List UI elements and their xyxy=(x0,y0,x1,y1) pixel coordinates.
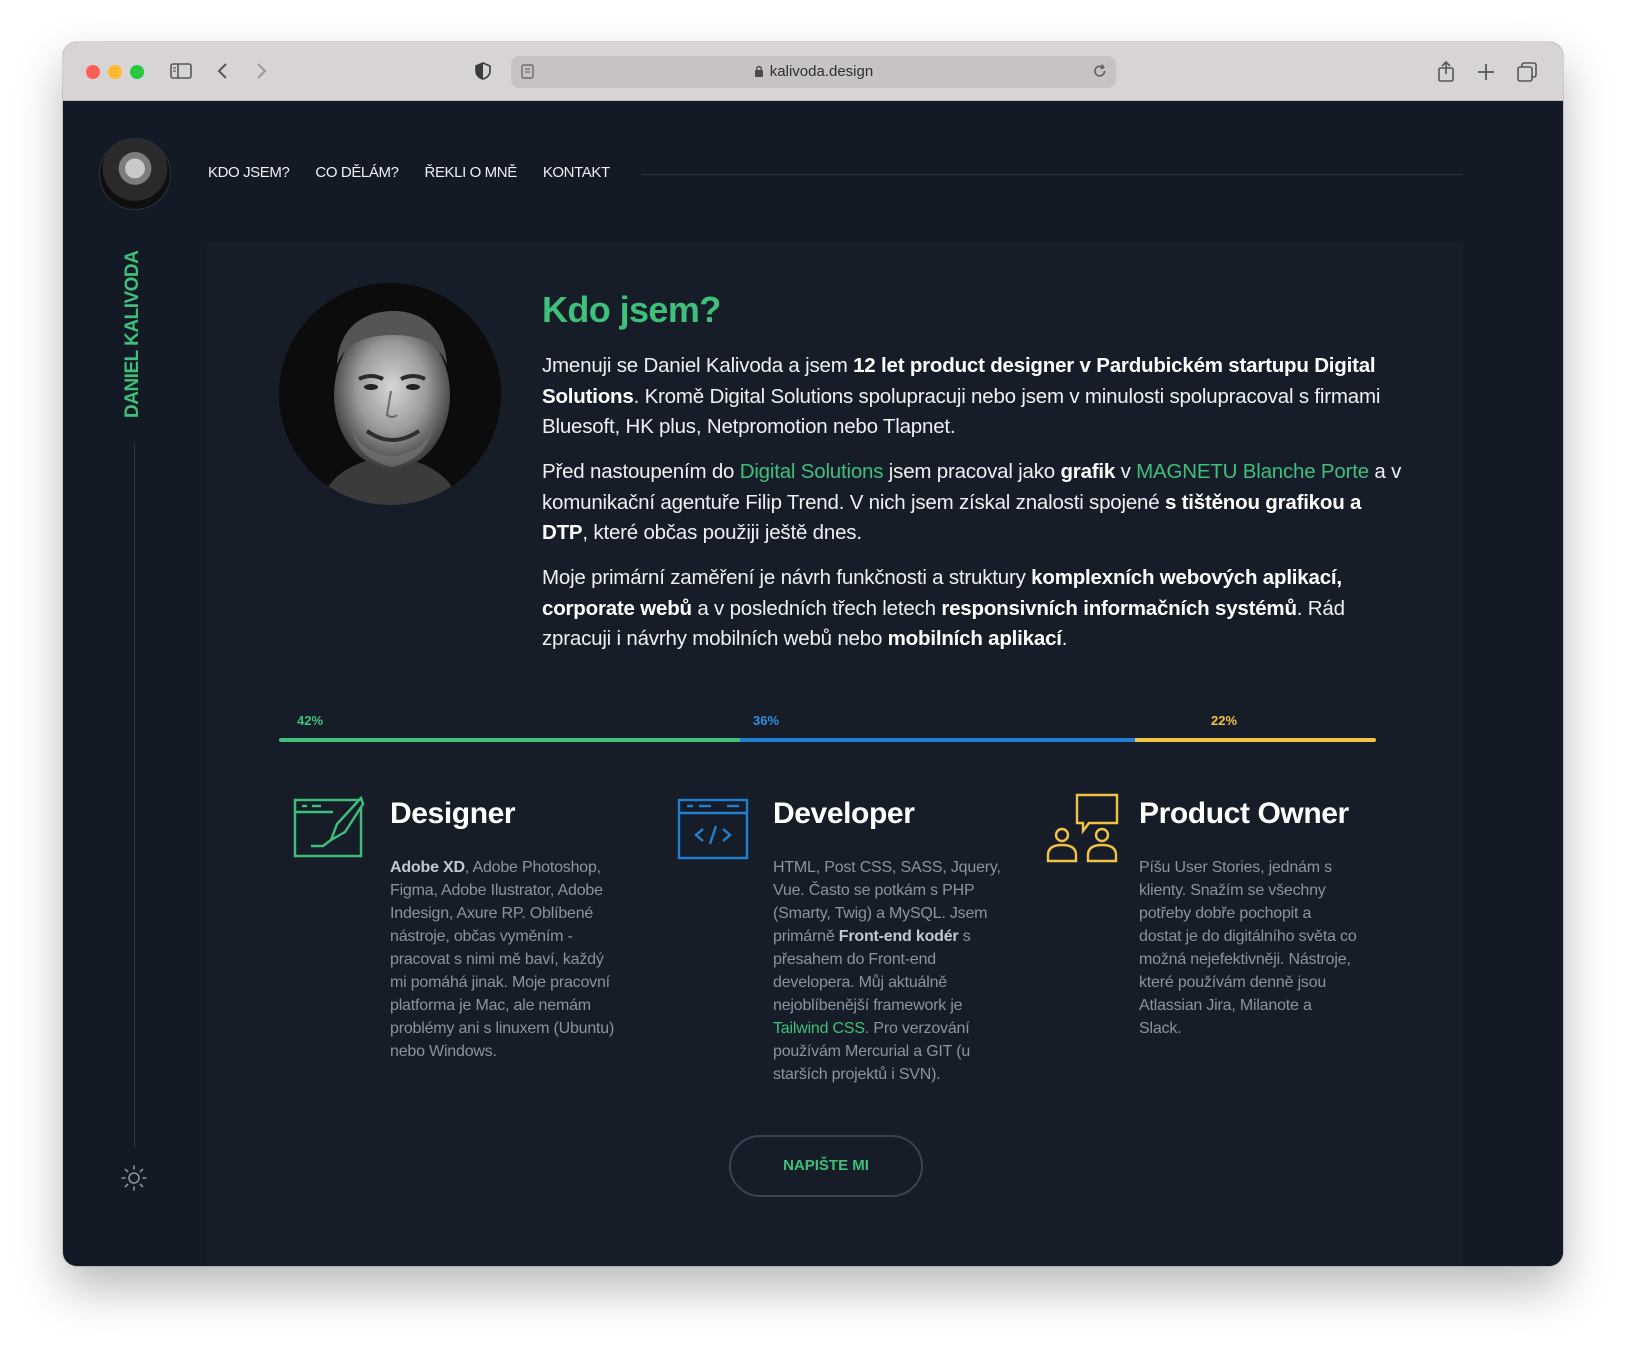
sidebar-name-text: DANIEL KALIVODA xyxy=(122,250,143,418)
p1-text-1: Jmenuji se Daniel Kalivoda a jsem xyxy=(542,354,854,377)
designer-title: Designer xyxy=(390,797,516,830)
p3-text-1: Moje primární zaměření je návrh funkčnos… xyxy=(542,566,1032,589)
tab-overview-icon[interactable] xyxy=(1515,60,1539,84)
contact-button[interactable]: NAPIŠTE MI xyxy=(729,1135,923,1197)
people-chat-icon xyxy=(1046,793,1119,863)
p3-bold-2: responsivních informačních systémů xyxy=(941,596,1297,620)
forward-icon[interactable] xyxy=(251,60,271,82)
developer-title: Developer xyxy=(773,797,915,830)
p2-text-2: jsem pracoval jako xyxy=(883,460,1061,483)
digital-solutions-link[interactable]: Digital Solutions xyxy=(740,460,884,483)
product-owner-description: Píšu User Stories, jednám s klienty. Sna… xyxy=(1139,859,1357,1037)
theme-toggle-sun-icon[interactable] xyxy=(120,1164,148,1192)
nav-item-rekli-o-mne[interactable]: ŘEKLI O MNĚ xyxy=(425,164,518,181)
developer-percent-label: 36% xyxy=(753,713,780,728)
browser-toolbar: kalivoda.design xyxy=(63,42,1563,101)
magnet-link[interactable]: MAGNETU Blanche Porte xyxy=(1136,460,1369,483)
p2-text-5: , které občas použiji ještě dnes. xyxy=(582,521,862,544)
p3-text-2: a v posledních třech letech xyxy=(691,596,942,620)
developer-share-bar xyxy=(740,738,1135,742)
p2-text-3: v xyxy=(1115,460,1137,483)
about-section: Kdo jsem? Jmenuji se Daniel Kalivoda a j… xyxy=(207,241,1463,1266)
sidebar-toggle-icon[interactable] xyxy=(169,60,193,82)
privacy-shield-icon[interactable] xyxy=(473,60,493,82)
developer-bold: Front-end kodér xyxy=(838,928,959,945)
designer-text: , Adobe Photoshop, Figma, Adobe Ilustrat… xyxy=(390,859,615,1060)
sidebar-name: DANIEL KALIVODA xyxy=(122,248,146,418)
p1-text-2: . Kromě Digital Solutions spolupracuji n… xyxy=(542,384,1381,439)
reload-icon[interactable] xyxy=(1091,61,1109,81)
portrait-photo xyxy=(279,283,501,505)
nav-avatar[interactable] xyxy=(99,138,171,210)
design-pen-icon xyxy=(293,796,365,858)
designer-percent-label: 42% xyxy=(297,713,324,728)
new-tab-icon[interactable] xyxy=(1475,60,1497,84)
address-bar[interactable]: kalivoda.design xyxy=(511,56,1116,88)
page-title: Kdo jsem? xyxy=(542,289,721,330)
product-owner-title: Product Owner xyxy=(1139,797,1349,830)
intro-paragraph-3: Moje primární zaměření je návrh funkčnos… xyxy=(542,563,1402,655)
zoom-window-button[interactable] xyxy=(130,65,144,79)
share-icon[interactable] xyxy=(1435,60,1457,84)
intro-paragraph-2: Před nastoupením do Digital Solutions js… xyxy=(542,457,1402,549)
p3-bold-3: mobilních aplikací xyxy=(887,627,1062,650)
url-text: kalivoda.design xyxy=(769,63,874,80)
back-icon[interactable] xyxy=(213,60,233,82)
code-window-icon xyxy=(677,798,749,860)
intro-paragraph-1: Jmenuji se Daniel Kalivoda a jsem 12 let… xyxy=(542,351,1402,443)
p2-text-1: Před nastoupením do xyxy=(542,460,740,483)
minimize-window-button[interactable] xyxy=(108,65,122,79)
designer-bold: Adobe XD xyxy=(390,859,465,876)
nav-divider xyxy=(641,174,1463,175)
p3-text-4: . xyxy=(1061,627,1068,650)
main-nav: KDO JSEM? CO DĚLÁM? ŘEKLI O MNĚ KONTAKT xyxy=(208,164,610,181)
p2-bold-1: grafik xyxy=(1060,460,1116,483)
close-window-button[interactable] xyxy=(86,65,100,79)
tailwind-link[interactable]: Tailwind CSS xyxy=(773,1020,865,1037)
owner-share-bar xyxy=(1135,738,1376,742)
nav-item-kdo-jsem[interactable]: KDO JSEM? xyxy=(208,164,290,181)
url-display: kalivoda.design xyxy=(511,63,1116,80)
owner-percent-label: 22% xyxy=(1211,713,1238,728)
lock-icon xyxy=(754,65,763,77)
nav-item-co-delam[interactable]: CO DĚLÁM? xyxy=(315,164,398,181)
developer-description: HTML, Post CSS, SASS, Jquery, Vue. Často… xyxy=(773,856,1001,1086)
browser-window: kalivoda.design KDO JSEM? CO DĚLÁM? ŘEKL… xyxy=(63,42,1563,1266)
sidebar-divider xyxy=(134,443,135,1148)
designer-share-bar xyxy=(279,738,740,742)
nav-item-kontakt[interactable]: KONTAKT xyxy=(543,164,610,181)
designer-description: Adobe XD, Adobe Photoshop, Figma, Adobe … xyxy=(390,856,615,1063)
web-page: KDO JSEM? CO DĚLÁM? ŘEKLI O MNĚ KONTAKT … xyxy=(63,101,1563,1266)
